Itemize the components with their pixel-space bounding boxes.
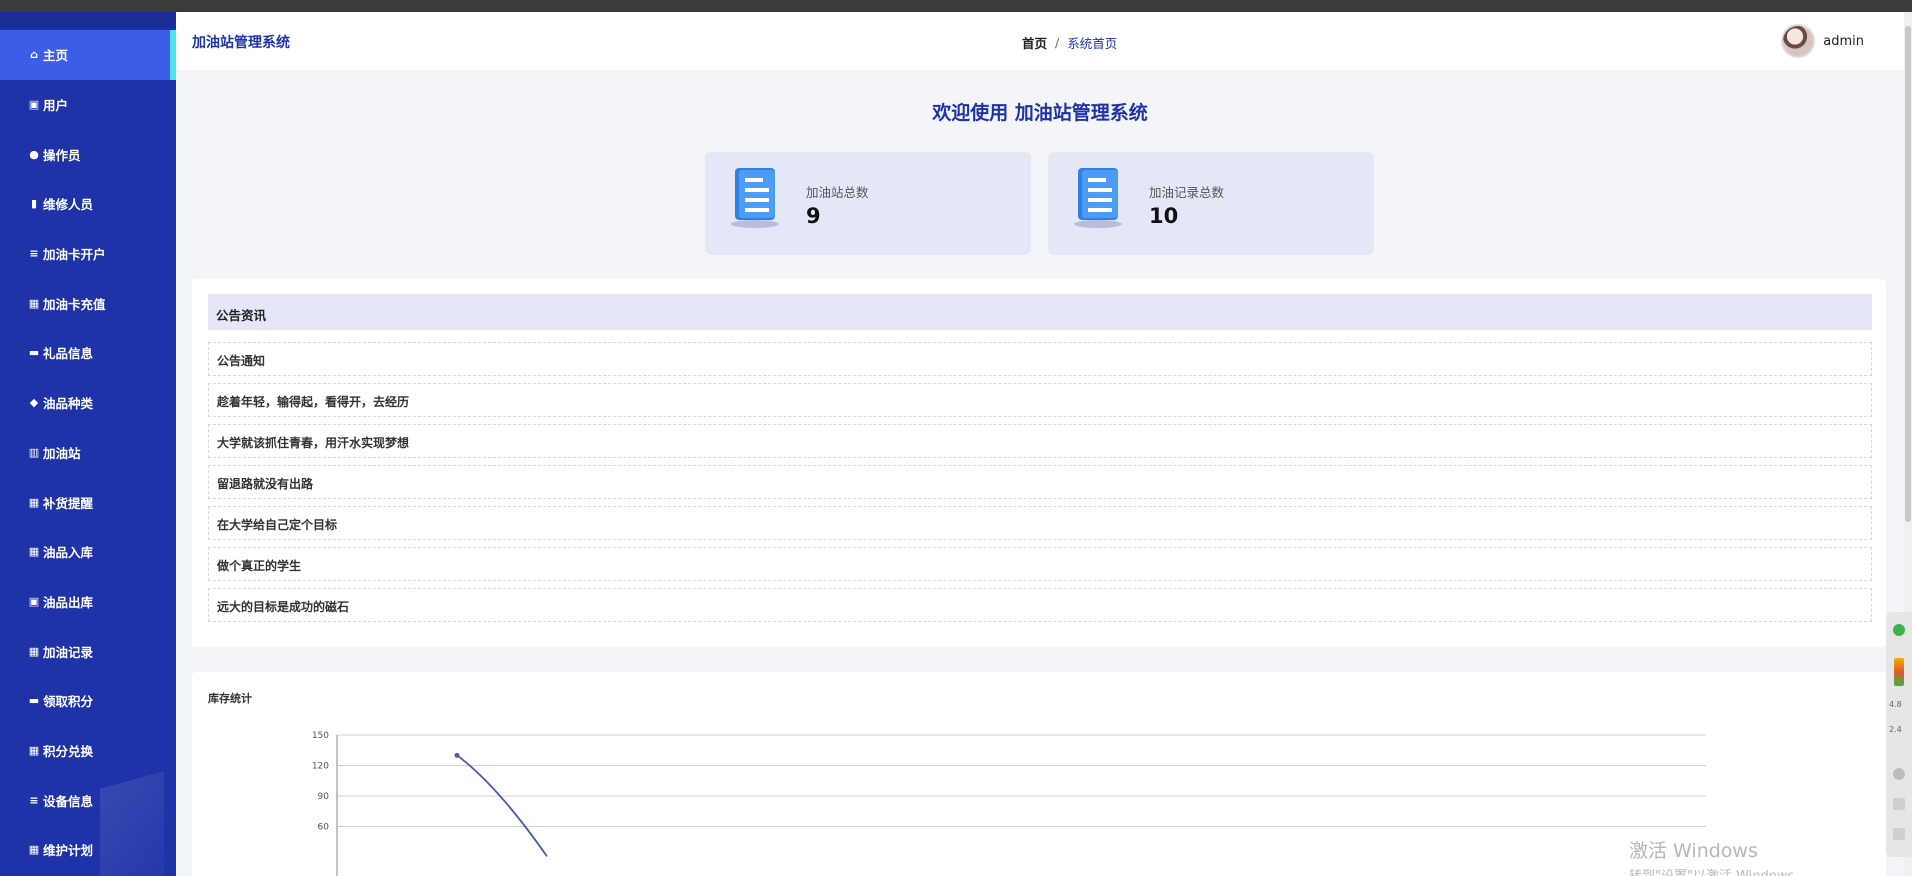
- sidebar-item[interactable]: ⌂ 主页: [0, 30, 176, 80]
- grid-icon: ▦: [28, 545, 40, 559]
- breadcrumb: 首页 / 系统首页: [1022, 33, 1117, 52]
- chart-y-tick-label: 120: [312, 762, 329, 772]
- notice-item[interactable]: 做个真正的学生: [208, 547, 1872, 581]
- window-top-strip: [0, 0, 1912, 12]
- sidebar-item[interactable]: ▦ 加油卡充值: [0, 278, 176, 328]
- map-icon: ▥: [28, 445, 40, 459]
- sidebar-item-label: 油品种类: [43, 396, 94, 412]
- sidebar-item[interactable]: ▦ 油品入库: [0, 527, 176, 577]
- sidebar: ⌂ 主页 ▣ 用户 ● 操作员 ▮ 维修人员 ≡ 加油卡开户 ▦ 加油卡充值 ▬ 礼品信息 ◆ 油品种类 ▥ 加油…: [0, 12, 176, 876]
- sidebar-item-label: 礼品信息: [43, 346, 94, 362]
- list-icon: ≡: [29, 247, 39, 261]
- chart-y-tick-label: 60: [318, 823, 330, 833]
- clipboard-icon: ▣: [28, 98, 40, 112]
- sidebar-decoration: [100, 771, 164, 876]
- grid-icon: ▦: [28, 495, 40, 509]
- avatar[interactable]: [1781, 24, 1816, 58]
- sidebar-item-label: 油品入库: [43, 545, 94, 561]
- sidebar-item-label: 加油记录: [43, 644, 94, 660]
- sidebar-item[interactable]: ▦ 加油记录: [0, 626, 176, 676]
- app-title: 加油站管理系统: [192, 35, 290, 51]
- document-icon: [1074, 168, 1122, 228]
- sidebar-item[interactable]: ▣ 油品出库: [0, 577, 176, 627]
- chart-series-line: [456, 754, 548, 857]
- notice-panel: 公告资讯 公告通知趁着年轻，输得起，看得开，去经历 大学就该抓住青春，用汗水实现梦…: [192, 279, 1886, 647]
- sidebar-item-label: 设备信息: [43, 793, 94, 809]
- sidebar-item-label: 油品出库: [43, 594, 94, 610]
- sidebar-item-label: 维修人员: [43, 197, 94, 213]
- sidebar-item[interactable]: ≡ 加油卡开户: [0, 229, 176, 279]
- stat-value: 10: [1149, 204, 1179, 228]
- clean-icon[interactable]: [1893, 768, 1905, 780]
- watermark-line1: 激活 Windows: [1629, 840, 1758, 862]
- sidebar-item-label: 加油卡开户: [43, 247, 106, 263]
- bar-chart-icon: ▮: [30, 197, 38, 211]
- sidebar-item[interactable]: ▮ 维修人员: [0, 179, 176, 229]
- sidebar-item-label: 积分兑换: [43, 743, 94, 759]
- download-speed: 2.4: [1889, 725, 1902, 734]
- sidebar-item-label: 操作员: [43, 147, 81, 163]
- user-menu[interactable]: admin: [1781, 24, 1864, 58]
- sidebar-item-label: 领取积分: [43, 694, 94, 710]
- stat-card-records: 加油记录总数 10: [1048, 152, 1374, 255]
- sidebar-item[interactable]: ▦ 积分兑换: [0, 726, 176, 776]
- stat-card-stations: 加油站总数 9: [705, 152, 1031, 255]
- table-icon: ▦: [28, 644, 40, 658]
- notice-item[interactable]: 远大的目标是成功的磁石: [208, 588, 1872, 622]
- sidebar-item-label: 加油站: [43, 445, 81, 461]
- shield-icon[interactable]: [1893, 624, 1905, 636]
- notice-item[interactable]: 公告通知: [208, 342, 1872, 376]
- breadcrumb-home[interactable]: 首页: [1022, 33, 1047, 52]
- windows-activation-watermark: 激活 Windows 转到"设置"以激活 Windows。: [1629, 836, 1807, 876]
- home-icon: ⌂: [30, 48, 38, 62]
- grid-icon: ▦: [28, 296, 40, 310]
- chart-data-point[interactable]: [454, 752, 460, 758]
- sidebar-item-label: 用户: [43, 98, 69, 114]
- sidebar-item[interactable]: ▬ 领取积分: [0, 676, 176, 726]
- user-icon: ●: [29, 147, 39, 161]
- comment-icon: ▬: [28, 694, 40, 708]
- memory-gauge-icon: [1894, 658, 1904, 686]
- sidebar-item-label: 加油卡充值: [43, 296, 106, 312]
- breadcrumb-separator: /: [1055, 35, 1060, 50]
- screenshot-icon[interactable]: [1893, 798, 1905, 810]
- document-icon: [731, 168, 779, 228]
- sidebar-item[interactable]: ◆ 油品种类: [0, 378, 176, 428]
- scrollbar-thumb[interactable]: [1905, 26, 1911, 522]
- welcome-title: 欢迎使用 加油站管理系统: [932, 102, 1148, 124]
- stat-value: 9: [806, 204, 821, 228]
- network-monitor-widget[interactable]: 4.8 2.4: [1886, 612, 1912, 857]
- sidebar-item-label: 补货提醒: [43, 495, 94, 511]
- notice-list: 公告通知趁着年轻，输得起，看得开，去经历 大学就该抓住青春，用汗水实现梦想 留退路就…: [208, 342, 1872, 629]
- watermark-line2: 转到"设置"以激活 Windows。: [1629, 865, 1807, 876]
- sidebar-item[interactable]: ▦ 补货提醒: [0, 477, 176, 527]
- briefcase-icon: ▬: [28, 346, 40, 360]
- stat-label: 加油站总数: [806, 185, 869, 200]
- sidebar-item-label: 主页: [43, 48, 69, 64]
- top-header: 加油站管理系统 首页 / 系统首页 admin: [176, 12, 1904, 70]
- grid-icon: ▦: [28, 843, 40, 857]
- sidebar-item-label: 维护计划: [43, 843, 94, 859]
- map-pin-icon: ◆: [29, 396, 39, 410]
- clipboard-icon: ▣: [28, 594, 40, 608]
- notice-panel-title: 公告资讯: [208, 294, 1872, 330]
- sidebar-item[interactable]: ▬ 礼品信息: [0, 328, 176, 378]
- list-icon: ≡: [29, 793, 39, 807]
- sidebar-item[interactable]: ● 操作员: [0, 129, 176, 179]
- notice-item[interactable]: 大学就该抓住青春，用汗水实现梦想: [208, 424, 1872, 458]
- upload-speed: 4.8: [1889, 700, 1902, 709]
- notice-item[interactable]: 趁着年轻，输得起，看得开，去经历: [208, 383, 1872, 417]
- chart-y-tick-label: 150: [312, 731, 329, 741]
- sidebar-menu: ⌂ 主页 ▣ 用户 ● 操作员 ▮ 维修人员 ≡ 加油卡开户 ▦ 加油卡充值 ▬ 礼品信息 ◆ 油品种类 ▥ 加油…: [0, 30, 176, 875]
- username[interactable]: admin: [1823, 34, 1864, 49]
- search-icon[interactable]: [1893, 828, 1905, 840]
- notice-item[interactable]: 留退路就没有出路: [208, 465, 1872, 499]
- grid-icon: ▦: [28, 743, 40, 757]
- notice-item[interactable]: 在大学给自己定个目标: [208, 506, 1872, 540]
- stat-label: 加油记录总数: [1149, 185, 1225, 200]
- sidebar-item[interactable]: ▥ 加油站: [0, 428, 176, 478]
- chart-y-tick-label: 90: [318, 792, 330, 802]
- sidebar-item[interactable]: ▣ 用户: [0, 80, 176, 130]
- breadcrumb-current: 系统首页: [1067, 36, 1118, 51]
